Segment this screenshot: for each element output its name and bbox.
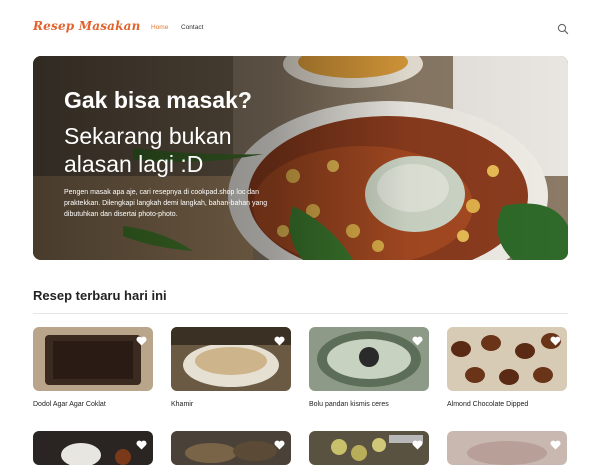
favorite-heart-icon[interactable] — [412, 437, 423, 450]
hero-heading: Gak bisa masak? — [64, 87, 252, 113]
recipe-card[interactable]: Almond Chocolate Dipped — [447, 327, 567, 408]
hero-banner: Gak bisa masak? Sekarang bukan alasan la… — [33, 56, 568, 260]
recipe-card[interactable]: Bolu pandan kismis ceres — [309, 327, 429, 408]
favorite-heart-icon[interactable] — [550, 437, 561, 450]
recipe-card[interactable]: Khamir — [171, 327, 291, 408]
search-icon[interactable] — [557, 22, 569, 35]
favorite-heart-icon[interactable] — [550, 333, 561, 346]
recipe-title[interactable]: Khamir — [171, 401, 193, 408]
favorite-heart-icon[interactable] — [274, 437, 285, 450]
hero-subheading: Sekarang bukan alasan lagi :D — [64, 123, 232, 177]
nav-link-home[interactable]: Home — [151, 24, 168, 31]
recipe-thumbnail[interactable] — [171, 431, 291, 465]
recipe-card[interactable] — [33, 431, 153, 465]
recipe-thumbnail[interactable] — [171, 327, 291, 391]
favorite-heart-icon[interactable] — [412, 333, 423, 346]
favorite-heart-icon[interactable] — [274, 333, 285, 346]
hero-description: Pengen masak apa aje, cari resepnya di c… — [64, 189, 268, 218]
favorite-heart-icon[interactable] — [136, 437, 147, 450]
recipe-thumbnail[interactable] — [447, 327, 567, 391]
nav-link-contact[interactable]: Contact — [181, 24, 203, 31]
recipe-title[interactable]: Bolu pandan kismis ceres — [309, 401, 389, 408]
section-divider — [33, 313, 568, 314]
navbar: Resep Masakan Home Contact — [0, 0, 600, 56]
recipe-title[interactable]: Almond Chocolate Dipped — [447, 401, 528, 408]
recipe-thumbnail[interactable] — [309, 431, 429, 465]
recipe-thumbnail[interactable] — [33, 431, 153, 465]
recipe-thumbnail[interactable] — [33, 327, 153, 391]
recipe-card[interactable] — [171, 431, 291, 465]
recipe-thumbnail[interactable] — [309, 327, 429, 391]
section-title: Resep terbaru hari ini — [33, 288, 167, 303]
recipe-title[interactable]: Dodol Agar Agar Coklat — [33, 401, 106, 408]
favorite-heart-icon[interactable] — [136, 333, 147, 346]
recipe-thumbnail[interactable] — [447, 431, 567, 465]
recipe-card[interactable]: Dodol Agar Agar Coklat — [33, 327, 153, 408]
recipe-card[interactable] — [447, 431, 567, 465]
brand-logo[interactable]: Resep Masakan — [33, 19, 141, 33]
recipe-card[interactable] — [309, 431, 429, 465]
